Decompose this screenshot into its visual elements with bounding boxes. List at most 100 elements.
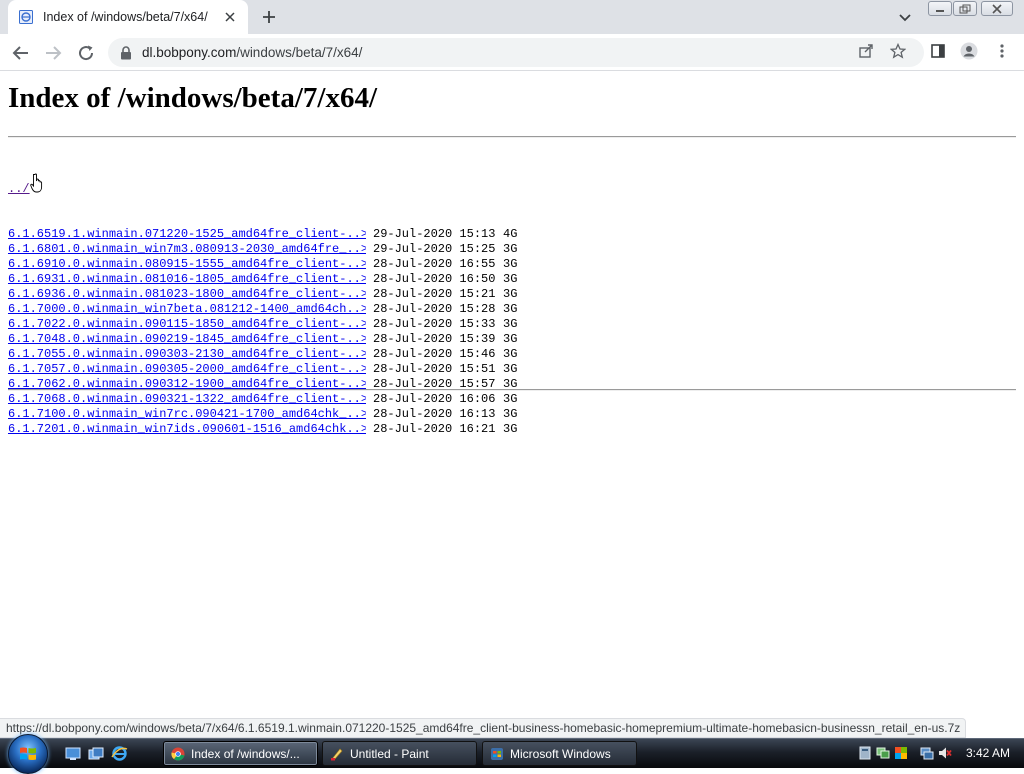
tray-volume-muted-icon[interactable]	[938, 746, 952, 760]
address-bar[interactable]: dl.bobpony.com/windows/beta/7/x64/	[108, 38, 924, 67]
tab-search-button[interactable]	[896, 9, 914, 25]
directory-entry-link[interactable]: 6.1.7201.0.winmain_win7ids.090601-1516_a…	[8, 422, 366, 437]
page-title: Index of /windows/beta/7/x64/	[8, 82, 377, 114]
directory-entry-link[interactable]: 6.1.7057.0.winmain.090305-2000_amd64fre_…	[8, 362, 366, 377]
directory-listing: ../ 6.1.6519.1.winmain.071220-1525_amd64…	[8, 152, 553, 437]
directory-entry-row: 6.1.6519.1.winmain.071220-1525_amd64fre_…	[8, 227, 553, 242]
side-panel-button[interactable]	[929, 42, 947, 60]
browser-toolbar: dl.bobpony.com/windows/beta/7/x64/	[0, 34, 1024, 71]
directory-entry-link[interactable]: 6.1.6936.0.winmain.081023-1800_amd64fre_…	[8, 287, 366, 302]
directory-entry-row: 6.1.7068.0.winmain.090321-1322_amd64fre_…	[8, 392, 553, 407]
chevron-down-icon	[899, 14, 911, 22]
entry-modified-date: 28-Jul-2020 15:33	[373, 317, 496, 331]
directory-entry-row: 6.1.7048.0.winmain.090219-1845_amd64fre_…	[8, 332, 553, 347]
entry-modified-date: 28-Jul-2020 15:21	[373, 287, 496, 301]
entry-modified-date: 28-Jul-2020 15:51	[373, 362, 496, 376]
paint-icon	[330, 747, 344, 761]
window-close-button[interactable]	[981, 1, 1013, 16]
entry-file-size: 3G	[503, 362, 518, 376]
entry-modified-date: 28-Jul-2020 16:13	[373, 407, 496, 421]
forward-button[interactable]	[42, 42, 64, 64]
taskbar-item-microsoft-windows[interactable]: Microsoft Windows	[482, 741, 637, 766]
window-restore-button[interactable]	[953, 1, 977, 16]
status-url-bubble: https://dl.bobpony.com/windows/beta/7/x6…	[0, 718, 966, 738]
arrow-right-icon	[46, 46, 62, 60]
directory-entry-link[interactable]: 6.1.6910.0.winmain.080915-1555_amd64fre_…	[8, 257, 366, 272]
parent-directory-row: ../	[8, 182, 553, 197]
entry-modified-date: 29-Jul-2020 15:13	[373, 227, 496, 241]
directory-entry-row: 6.1.6936.0.winmain.081023-1800_amd64fre_…	[8, 287, 553, 302]
directory-entry-row: 6.1.7100.0.winmain_win7rc.090421-1700_am…	[8, 407, 553, 422]
back-button[interactable]	[10, 42, 32, 64]
new-tab-button[interactable]	[259, 7, 279, 27]
switch-windows-icon[interactable]	[87, 745, 105, 762]
taskbar-item-chrome[interactable]: Index of /windows/...	[163, 741, 318, 766]
tab-close-icon[interactable]	[222, 9, 238, 25]
reload-button[interactable]	[75, 42, 97, 64]
plus-icon	[263, 11, 275, 23]
directory-entry-link[interactable]: 6.1.6801.0.winmain_win7m3.080913-2030_am…	[8, 242, 366, 257]
windows-setup-icon	[490, 747, 504, 761]
entry-file-size: 3G	[503, 272, 518, 286]
entry-file-size: 3G	[503, 392, 518, 406]
window-minimize-button[interactable]	[928, 1, 952, 16]
chrome-icon	[171, 747, 185, 761]
taskbar-clock[interactable]: 3:42 AM	[966, 746, 1010, 760]
divider-top	[8, 136, 1016, 138]
menu-button[interactable]	[993, 42, 1011, 60]
entry-modified-date: 28-Jul-2020 16:06	[373, 392, 496, 406]
share-icon	[859, 44, 873, 58]
side-panel-icon	[931, 44, 945, 58]
directory-entry-row: 6.1.7055.0.winmain.090303-2130_amd64fre_…	[8, 347, 553, 362]
directory-entry-row: 6.1.7022.0.winmain.090115-1850_amd64fre_…	[8, 317, 553, 332]
taskbar-item-label: Microsoft Windows	[510, 746, 611, 761]
entry-file-size: 3G	[503, 422, 518, 436]
entry-file-size: 4G	[503, 227, 518, 241]
minimize-icon	[936, 9, 944, 12]
entry-file-size: 3G	[503, 347, 518, 361]
directory-entry-row: 6.1.6910.0.winmain.080915-1555_amd64fre_…	[8, 257, 553, 272]
entry-modified-date: 29-Jul-2020 15:25	[373, 242, 496, 256]
directory-entry-link[interactable]: 6.1.7055.0.winmain.090303-2130_amd64fre_…	[8, 347, 366, 362]
browser-tab-active[interactable]: Index of /windows/beta/7/x64/	[8, 0, 248, 34]
directory-entry-link[interactable]: 6.1.7068.0.winmain.090321-1322_amd64fre_…	[8, 392, 366, 407]
url-host: dl.bobpony.com	[142, 45, 237, 60]
entry-file-size: 3G	[503, 242, 518, 256]
close-icon	[992, 3, 1002, 14]
start-button[interactable]	[8, 734, 48, 774]
directory-entry-link[interactable]: 6.1.6519.1.winmain.071220-1525_amd64fre_…	[8, 227, 366, 242]
show-desktop-icon[interactable]	[64, 745, 82, 762]
directory-entry-row: 6.1.7057.0.winmain.090305-2000_amd64fre_…	[8, 362, 553, 377]
arrow-left-icon	[12, 46, 28, 60]
tab-strip: Index of /windows/beta/7/x64/	[0, 0, 1024, 34]
directory-entry-link[interactable]: 6.1.7048.0.winmain.090219-1845_amd64fre_…	[8, 332, 366, 347]
tab-title: Index of /windows/beta/7/x64/	[43, 10, 208, 24]
lock-icon[interactable]	[120, 45, 132, 60]
taskbar-item-label: Untitled - Paint	[350, 746, 429, 761]
star-icon	[890, 43, 906, 59]
tray-storage-icon[interactable]	[858, 746, 872, 760]
hand-cursor-icon	[30, 173, 43, 193]
directory-entry-row: 6.1.6801.0.winmain_win7m3.080913-2030_am…	[8, 242, 553, 257]
directory-entry-link[interactable]: 6.1.7100.0.winmain_win7rc.090421-1700_am…	[8, 407, 366, 422]
tray-network-icon[interactable]	[920, 746, 934, 760]
entry-modified-date: 28-Jul-2020 15:39	[373, 332, 496, 346]
tray-network-share-icon[interactable]	[876, 746, 890, 760]
internet-explorer-icon[interactable]	[110, 745, 128, 762]
profile-button[interactable]	[960, 42, 978, 60]
directory-entry-row: 6.1.7201.0.winmain_win7ids.090601-1516_a…	[8, 422, 553, 437]
kebab-menu-icon	[1000, 44, 1004, 58]
bookmark-button[interactable]	[889, 42, 907, 60]
parent-directory-link[interactable]: ../	[8, 182, 366, 197]
directory-entry-link[interactable]: 6.1.7000.0.winmain_win7beta.081212-1400_…	[8, 302, 366, 317]
taskbar-item-paint[interactable]: Untitled - Paint	[322, 741, 477, 766]
directory-entry-link[interactable]: 6.1.6931.0.winmain.081016-1805_amd64fre_…	[8, 272, 366, 287]
entry-file-size: 3G	[503, 332, 518, 346]
entry-file-size: 3G	[503, 302, 518, 316]
entry-modified-date: 28-Jul-2020 15:46	[373, 347, 496, 361]
share-button[interactable]	[857, 42, 875, 60]
tray-security-icon[interactable]	[894, 746, 908, 760]
reload-icon	[79, 45, 94, 61]
directory-entry-link[interactable]: 6.1.7022.0.winmain.090115-1850_amd64fre_…	[8, 317, 366, 332]
taskbar: Index of /windows/... Untitled - Paint M…	[0, 734, 1024, 774]
